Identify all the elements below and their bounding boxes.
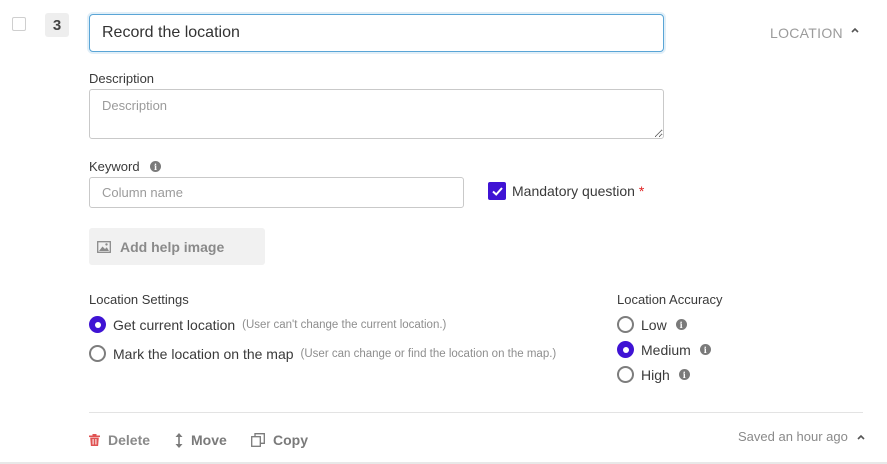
- location-option-current[interactable]: Get current location (User can't change …: [89, 316, 446, 333]
- option-label: Mark the location on the map: [113, 345, 294, 362]
- option-label: Low: [641, 316, 667, 333]
- location-accuracy-label: Location Accuracy: [617, 292, 723, 307]
- radio-button[interactable]: [89, 316, 106, 333]
- accuracy-option-medium[interactable]: Medium i: [617, 341, 711, 358]
- mandatory-label-text: Mandatory question: [512, 183, 635, 199]
- required-marker: *: [638, 183, 645, 199]
- chevron-up-icon[interactable]: [850, 24, 860, 38]
- option-label: Medium: [641, 341, 691, 358]
- question-title-input[interactable]: [89, 14, 664, 52]
- option-label: Get current location: [113, 316, 236, 333]
- keyword-label: Keyword: [89, 159, 140, 174]
- add-help-image-label: Add help image: [120, 238, 225, 255]
- saved-status[interactable]: Saved an hour ago: [738, 429, 866, 444]
- description-label: Description: [89, 71, 155, 86]
- copy-icon: [251, 433, 265, 447]
- copy-label: Copy: [273, 432, 308, 448]
- info-icon[interactable]: i: [699, 344, 711, 355]
- accuracy-option-high[interactable]: High i: [617, 366, 690, 383]
- location-option-map[interactable]: Mark the location on the map (User can c…: [89, 345, 556, 362]
- footer-divider: [89, 412, 863, 413]
- row-select-checkbox[interactable]: [12, 17, 26, 31]
- copy-button[interactable]: Copy: [251, 432, 308, 448]
- checkmark-icon: [491, 186, 503, 196]
- option-label: High: [641, 366, 670, 383]
- info-icon[interactable]: i: [675, 319, 687, 330]
- option-hint: (User can change or find the location on…: [300, 347, 557, 360]
- option-hint: (User can't change the current location.…: [242, 318, 447, 331]
- radio-button[interactable]: [89, 345, 106, 362]
- add-help-image-button[interactable]: Add help image: [89, 228, 265, 265]
- move-button[interactable]: Move: [175, 432, 227, 448]
- mandatory-label: Mandatory question *: [512, 183, 644, 199]
- keyword-input[interactable]: [89, 177, 464, 208]
- chevron-up-icon: [857, 434, 865, 440]
- saved-status-text: Saved an hour ago: [738, 429, 848, 444]
- delete-label: Delete: [108, 432, 151, 448]
- question-number: 3: [45, 13, 69, 37]
- info-icon[interactable]: i: [150, 161, 161, 172]
- radio-button[interactable]: [617, 341, 634, 358]
- question-type-label[interactable]: LOCATION: [770, 25, 843, 41]
- delete-button[interactable]: Delete: [89, 432, 150, 448]
- mandatory-checkbox[interactable]: [488, 182, 506, 200]
- radio-button[interactable]: [617, 316, 634, 333]
- accuracy-option-low[interactable]: Low i: [617, 316, 687, 333]
- location-settings-label: Location Settings: [89, 292, 189, 307]
- radio-button[interactable]: [617, 366, 634, 383]
- move-vertical-icon: [175, 432, 183, 448]
- move-label: Move: [191, 432, 227, 448]
- trash-icon: [89, 434, 100, 446]
- description-textarea[interactable]: [89, 89, 664, 139]
- info-icon[interactable]: i: [678, 369, 690, 380]
- image-icon: [97, 240, 111, 253]
